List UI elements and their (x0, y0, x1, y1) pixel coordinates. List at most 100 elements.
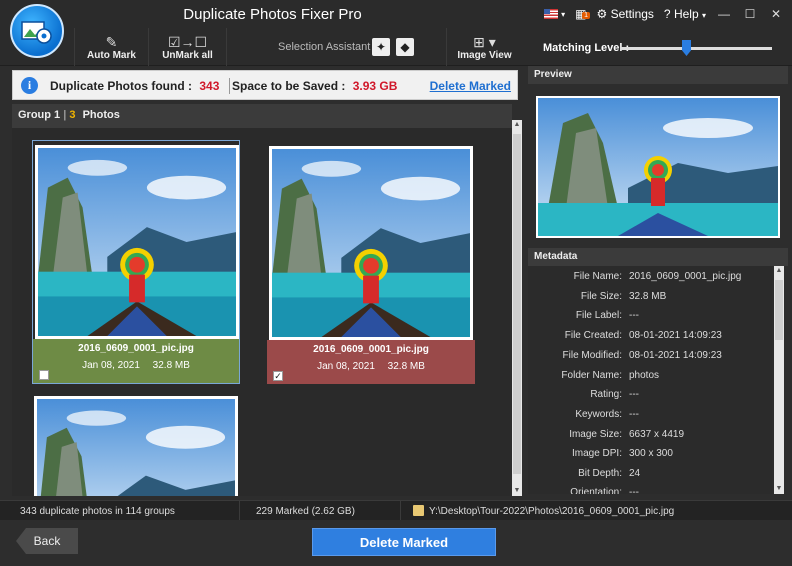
duplicates-found-value: 343 (199, 79, 220, 93)
scroll-down-icon[interactable]: ▼ (774, 484, 784, 494)
photo-meta: Jan 08, 2021 32.8 MB (33, 354, 239, 371)
scrollbar-thumb[interactable] (513, 134, 521, 474)
language-selector[interactable]: ▾ (544, 9, 565, 19)
auto-mark-button[interactable]: ✎ Auto Mark (74, 28, 148, 66)
grid-scrollbar[interactable]: ▲ ▼ (512, 120, 522, 496)
toolbar: ✎ Auto Mark ☑→☐ UnMark all Selection Ass… (0, 28, 792, 66)
space-saved: Space to be Saved : 3.93 GB (232, 79, 397, 93)
metadata-key: Image Size: (569, 429, 622, 440)
metadata-row: Folder Name: photos (528, 370, 772, 388)
delete-marked-button[interactable]: Delete Marked (312, 528, 496, 556)
preview-header: Preview (528, 66, 788, 84)
selection-assistant-label: Selection Assistant (278, 41, 371, 53)
scroll-down-icon[interactable]: ▼ (512, 486, 522, 496)
metadata-key: Folder Name: (561, 370, 622, 381)
metadata-value: --- (629, 310, 639, 321)
eraser-icon[interactable]: ◆ (396, 38, 414, 56)
photo-date: Jan 08, 2021 (317, 361, 375, 372)
status-marked: 229 Marked (2.62 GB) (256, 506, 355, 517)
metadata-key: File Size: (580, 291, 622, 302)
photo-size: 32.8 MB (152, 360, 190, 371)
matching-level-slider[interactable] (620, 47, 772, 50)
metadata-value: 08-01-2021 14:09:23 (629, 350, 722, 361)
landscape-image (38, 148, 236, 336)
notifications-button[interactable]: ▦ 1 (575, 7, 591, 21)
info-icon: i (21, 77, 38, 94)
metadata-value: --- (629, 487, 639, 494)
group-photos-label: Photos (82, 109, 120, 121)
settings-menu[interactable]: ⚙ Settings (596, 7, 653, 21)
group-header[interactable]: Group 1 | 3 Photos (12, 104, 512, 128)
bottom-bar: Back Delete Marked (0, 520, 792, 566)
app-title: Duplicate Photos Fixer Pro (183, 6, 362, 23)
space-saved-label: Space to be Saved : (232, 79, 346, 93)
photo-grid: 2016_0609_0001_pic.jpg Jan 08, 2021 32.8… (12, 128, 510, 496)
photo-card-footer: 2016_0609_0001_pic.jpg Jan 08, 2021 32.8… (33, 339, 239, 383)
photo-thumbnail[interactable] (35, 145, 239, 339)
settings-label: Settings (610, 7, 654, 21)
photo-checkbox[interactable]: ✓ (273, 371, 283, 381)
scrollbar-thumb[interactable] (775, 280, 783, 340)
metadata-row: Image Size: 6637 x 4419 (528, 429, 772, 447)
scroll-up-icon[interactable]: ▲ (774, 266, 784, 276)
info-bar: i Duplicate Photos found : 343 Space to … (12, 70, 518, 100)
metadata-scrollbar[interactable]: ▲ ▼ (774, 266, 784, 494)
folder-icon (413, 505, 424, 516)
unmark-all-button[interactable]: ☑→☐ UnMark all (148, 28, 226, 66)
selection-wand-icon[interactable]: ✦ (372, 38, 390, 56)
metadata-row: File Modified: 08-01-2021 14:09:23 (528, 350, 772, 368)
metadata-row: Rating: --- (528, 389, 772, 407)
photo-thumbnail[interactable] (269, 146, 473, 340)
us-flag-icon (544, 9, 559, 19)
title-bar: Duplicate Photos Fixer Pro ▾ ▦ 1 ⚙ Setti… (0, 0, 792, 28)
metadata-row: Keywords: --- (528, 409, 772, 427)
metadata-key: File Created: (564, 330, 622, 341)
auto-mark-label: Auto Mark (87, 49, 136, 61)
photo-filename: 2016_0609_0001_pic.jpg (313, 344, 429, 355)
app-logo (10, 4, 64, 58)
metadata-row: File Name: 2016_0609_0001_pic.jpg (528, 271, 772, 289)
close-button[interactable]: ✕ (768, 7, 784, 21)
help-icon: ? (663, 7, 671, 21)
metadata-row: File Created: 08-01-2021 14:09:23 (528, 330, 772, 348)
metadata-value: --- (629, 409, 639, 420)
delete-marked-link[interactable]: Delete Marked (430, 79, 511, 93)
metadata-key: File Modified: (562, 350, 622, 361)
duplicates-found-label: Duplicate Photos found : (50, 79, 192, 93)
space-saved-value: 3.93 GB (352, 79, 398, 93)
metadata-row: File Label: --- (528, 310, 772, 328)
divider (229, 78, 230, 94)
photo-card[interactable] (32, 392, 240, 496)
photo-card-footer: 2016_0609_0001_pic.jpg Jan 08, 2021 32.8… (267, 340, 475, 384)
metadata-value: --- (629, 389, 639, 400)
help-menu[interactable]: ? Help ▾ (664, 7, 706, 21)
photos-gear-icon (21, 21, 52, 44)
grid-view-icon: ⊞ ▾ (473, 33, 496, 50)
photo-date: Jan 08, 2021 (82, 360, 140, 371)
metadata-key: Image DPI: (571, 448, 622, 459)
photo-checkbox[interactable] (39, 370, 49, 380)
minimize-button[interactable]: — (716, 7, 732, 21)
status-path: Y:\Desktop\Tour-2022\Photos\2016_0609_00… (429, 506, 675, 517)
status-divider (239, 501, 240, 521)
back-button[interactable]: Back (16, 528, 78, 554)
photo-card[interactable]: 2016_0609_0001_pic.jpg Jan 08, 2021 32.8… (32, 140, 240, 384)
metadata-key: Bit Depth: (578, 468, 622, 479)
landscape-image (272, 149, 470, 337)
scroll-up-icon[interactable]: ▲ (512, 120, 522, 130)
image-view-button[interactable]: ⊞ ▾ Image View (446, 28, 522, 66)
photo-meta: Jan 08, 2021 32.8 MB (267, 355, 475, 372)
toolbar-divider (226, 28, 227, 66)
metadata-row: Image DPI: 300 x 300 (528, 448, 772, 466)
help-label: Help (673, 7, 699, 21)
photo-card[interactable]: 2016_0609_0001_pic.jpg Jan 08, 2021 32.8… (267, 142, 475, 384)
photo-thumbnail[interactable] (34, 396, 238, 496)
metadata-value: 300 x 300 (629, 448, 673, 459)
metadata-value: 08-01-2021 14:09:23 (629, 330, 722, 341)
maximize-button[interactable]: ☐ (742, 7, 758, 21)
status-divider (400, 501, 401, 521)
status-bar: 343 duplicate photos in 114 groups 229 M… (0, 500, 792, 521)
matching-level-slider-thumb[interactable] (682, 40, 691, 56)
metadata-key: File Label: (575, 310, 622, 321)
status-groups: 343 duplicate photos in 114 groups (20, 506, 175, 517)
